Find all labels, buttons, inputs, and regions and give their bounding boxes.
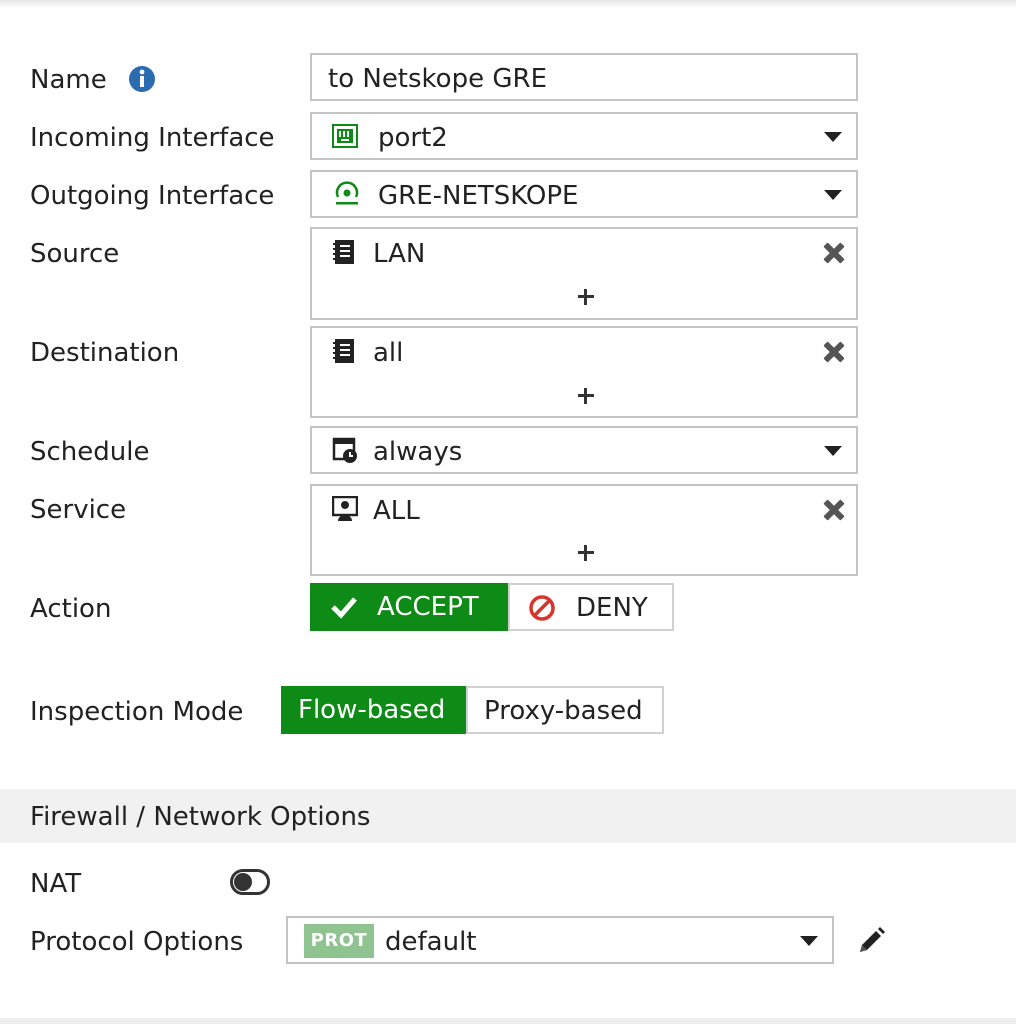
calendar-clock-icon <box>332 437 360 465</box>
name-input[interactable]: to Netskope GRE <box>310 53 858 101</box>
inspection-mode-label: Inspection Mode <box>30 697 244 727</box>
protocol-options-value: default <box>385 927 477 957</box>
toggle-knob <box>234 873 252 891</box>
service-label: Service <box>30 495 127 525</box>
nat-toggle[interactable] <box>230 869 270 895</box>
flow-based-button[interactable]: Flow-based <box>281 686 466 734</box>
chevron-down-icon <box>800 936 818 946</box>
nat-label: NAT <box>30 869 82 899</box>
incoming-interface-value: port2 <box>378 123 448 153</box>
deny-icon <box>528 594 556 622</box>
prot-badge: PROT <box>304 924 374 958</box>
schedule-label: Schedule <box>30 437 150 467</box>
schedule-value: always <box>373 437 463 467</box>
proxy-based-label: Proxy-based <box>484 696 643 726</box>
outgoing-interface-label: Outgoing Interface <box>30 181 275 211</box>
chevron-down-icon <box>824 190 842 200</box>
bottom-divider <box>0 1018 1016 1024</box>
accept-button[interactable]: ACCEPT <box>310 583 508 631</box>
chevron-down-icon <box>824 446 842 456</box>
name-value: to Netskope GRE <box>328 64 547 94</box>
tunnel-interface-icon <box>334 181 360 207</box>
accept-label: ACCEPT <box>377 592 479 622</box>
add-icon[interactable] <box>578 545 594 561</box>
top-shadow <box>0 0 1016 8</box>
schedule-select[interactable]: always <box>310 426 858 474</box>
source-field[interactable]: LAN <box>310 227 858 320</box>
outgoing-interface-value: GRE-NETSKOPE <box>378 181 579 211</box>
pencil-icon[interactable] <box>856 926 886 956</box>
deny-button[interactable]: DENY <box>508 583 674 631</box>
section-title: Firewall / Network Options <box>30 802 371 832</box>
action-label: Action <box>30 594 112 624</box>
info-icon[interactable] <box>128 65 156 93</box>
firewall-section-header: Firewall / Network Options <box>0 789 1016 843</box>
chevron-down-icon <box>824 132 842 142</box>
source-label: Source <box>30 239 120 269</box>
destination-field[interactable]: all <box>310 326 858 418</box>
remove-icon[interactable] <box>822 241 846 265</box>
source-item: LAN <box>373 239 426 269</box>
remove-icon[interactable] <box>822 340 846 364</box>
incoming-interface-label: Incoming Interface <box>30 123 275 153</box>
service-field[interactable]: ALL <box>310 484 858 576</box>
destination-label: Destination <box>30 338 180 368</box>
destination-item: all <box>373 338 404 368</box>
incoming-interface-select[interactable]: port2 <box>310 112 858 160</box>
address-book-icon <box>332 338 356 364</box>
protocol-options-label: Protocol Options <box>30 927 244 957</box>
outgoing-interface-select[interactable]: GRE-NETSKOPE <box>310 170 858 218</box>
flow-based-label: Flow-based <box>298 695 446 725</box>
service-item: ALL <box>373 496 420 526</box>
add-icon[interactable] <box>578 388 594 404</box>
deny-label: DENY <box>576 593 648 623</box>
remove-icon[interactable] <box>822 498 846 522</box>
service-icon <box>332 496 358 522</box>
check-icon <box>330 595 358 619</box>
address-book-icon <box>332 239 356 265</box>
add-icon[interactable] <box>578 289 594 305</box>
proxy-based-button[interactable]: Proxy-based <box>466 686 664 734</box>
ethernet-port-icon <box>332 124 358 148</box>
name-label: Name <box>30 65 107 95</box>
